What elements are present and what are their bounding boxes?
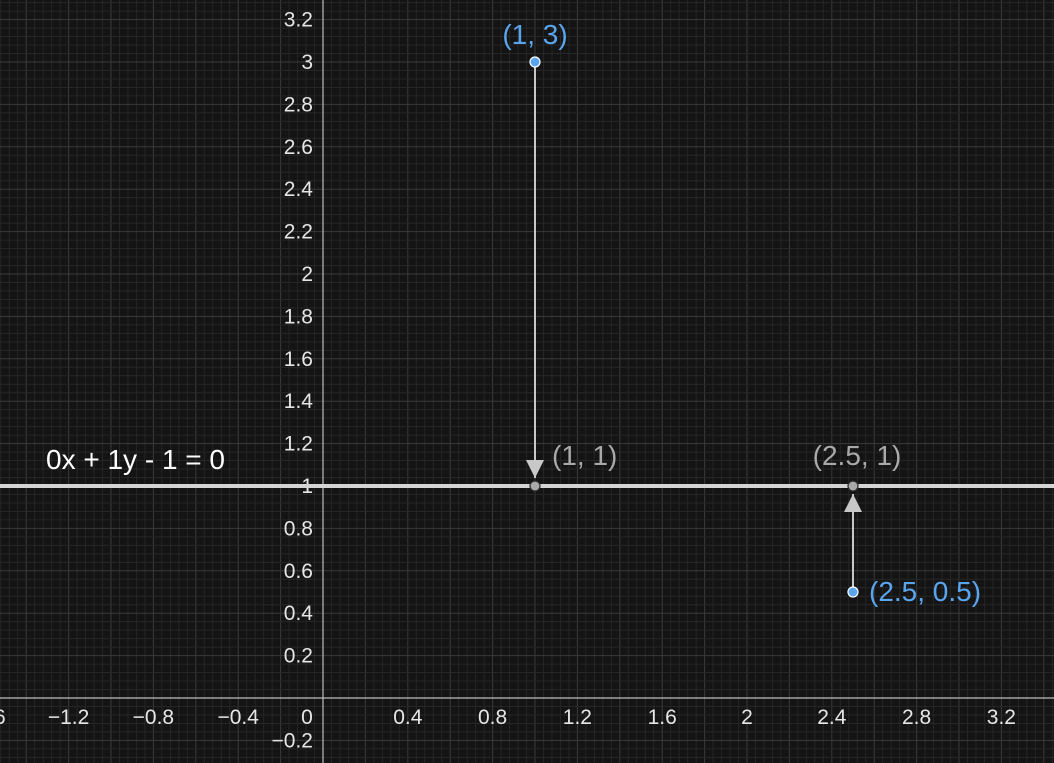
original-point [529, 56, 541, 68]
original-point [847, 586, 859, 598]
y-tick-label: 2.6 [284, 136, 313, 159]
y-tick-label: 2.8 [284, 93, 313, 116]
x-tick-label: 1.6 [648, 706, 677, 729]
point-label: (1, 1) [552, 440, 617, 471]
y-tick-label: 2 [301, 263, 313, 286]
x-tick-label: 0.4 [393, 706, 423, 729]
point-label: (2.5, 0.5) [869, 576, 981, 607]
y-tick-label: 1.2 [284, 433, 313, 456]
x-tick-label: −0.4 [217, 706, 259, 729]
coordinate-plane[interactable]: −1.2 −0.8 −0.4 0 0.4 0.8 1.2 1.6 2 2.4 2.8 3.2 3.2 3 2… [0, 0, 1054, 763]
point-label: (1, 3) [502, 19, 567, 50]
x-tick-label: 2.4 [817, 706, 847, 729]
x-tick-label: 1.2 [563, 706, 592, 729]
x-tick-label: −0.8 [133, 706, 174, 729]
x-tick-label: 2.8 [902, 706, 931, 729]
y-tick-label: 1.6 [284, 348, 313, 371]
x-tick-label: 2 [741, 706, 753, 729]
y-tick-label: 0.4 [284, 602, 314, 625]
x-tick-label: 0.8 [478, 706, 507, 729]
x-tick-label: 3.2 [987, 706, 1016, 729]
graph-canvas[interactable]: −1.2 −0.8 −0.4 0 0.4 0.8 1.2 1.6 2 2.4 2.8 3.2 3.2 3 2… [0, 0, 1054, 763]
x-tick-label: −1.2 [48, 706, 89, 729]
y-tick-label: 2.4 [284, 178, 314, 201]
projected-point [847, 480, 859, 492]
y-tick-label: 1.8 [284, 305, 313, 328]
y-tick-label: 3.2 [284, 9, 313, 32]
y-tick-label: 2.2 [284, 221, 313, 244]
y-tick-label: 0.8 [284, 517, 313, 540]
y-tick-label: 1.4 [284, 390, 314, 413]
x-tick-label: 0 [301, 706, 313, 729]
y-tick-label: 3 [301, 51, 313, 74]
line-equation-label: 0x + 1y - 1 = 0 [46, 444, 225, 475]
point-label: (2.5, 1) [813, 440, 902, 471]
y-tick-label: 0.6 [284, 560, 313, 583]
x-tick-label-clipped: 6 [0, 706, 6, 729]
projected-point [529, 480, 541, 492]
y-tick-label: 0.2 [284, 645, 313, 668]
y-tick-label: −0.2 [272, 729, 313, 752]
